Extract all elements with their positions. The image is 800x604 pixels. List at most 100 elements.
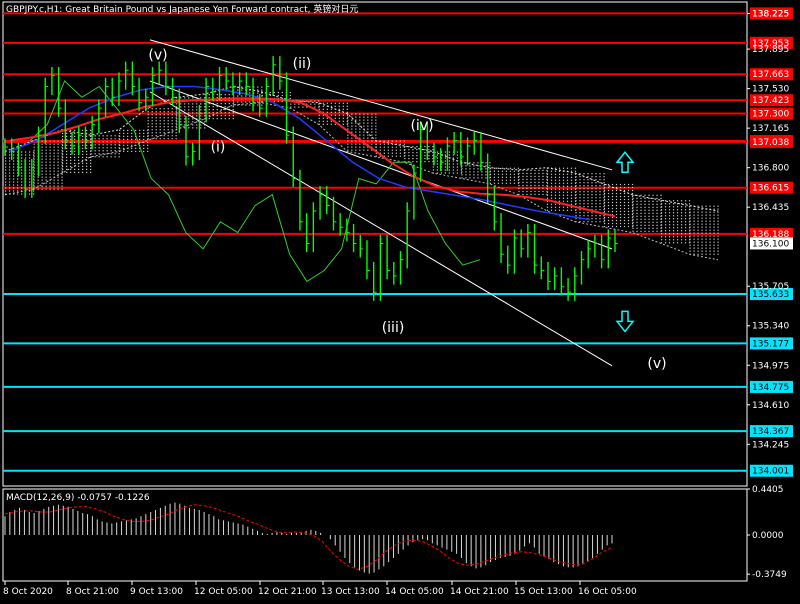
cloud-dot [591,212,593,214]
cloud-dot [49,188,51,190]
cloud-dot [631,195,634,198]
cloud-dot [383,143,385,145]
cloud-dot [636,215,638,217]
cloud-dot [623,195,626,198]
cloud-dot [192,118,194,120]
cloud-dot [25,151,27,153]
cloud-dot [94,135,96,137]
cloud-dot [359,113,361,115]
cloud-dot [62,171,64,173]
cloud-dot [318,120,320,122]
cloud-dot [452,166,454,168]
cloud-dot [526,193,528,196]
cloud-dot [501,170,504,172]
cloud-dot [717,208,719,210]
cloud-dot [717,247,719,249]
cloud-dot [9,181,11,183]
cloud-dot [680,212,683,214]
cloud-dot [269,94,271,97]
cloud-dot [497,167,500,169]
cloud-dot [17,187,19,189]
cloud-dot [448,163,450,165]
cloud-dot [347,140,349,142]
cloud-dot [196,124,198,126]
price-tick-label: 135.340 [752,322,789,332]
cloud-dot [505,182,508,184]
cloud-dot [579,191,581,193]
cloud-dot [49,155,51,157]
cloud-dot [668,215,671,217]
cloud-dot [713,241,715,243]
cloud-dot [33,151,35,153]
cloud-dot [346,123,348,125]
cloud-dot [184,124,186,126]
cloud-dot [522,184,524,187]
cloud-dot [497,173,500,175]
cloud-dot [216,109,218,111]
cloud-dot [632,206,634,208]
cloud-dot [697,250,699,252]
cloud-dot [672,209,675,211]
cloud-dot [623,192,626,195]
cloud-dot [623,222,626,225]
cloud-dot [648,194,650,196]
cloud-dot [355,143,357,145]
cloud-dot [33,143,35,145]
cloud-dot [90,129,92,131]
cloud-dot [603,216,606,219]
cloud-dot [66,168,68,170]
cloud-dot [49,140,51,142]
cloud-dot [62,162,64,164]
cloud-dot [444,163,446,165]
cloud-dot [175,132,177,134]
cloud-dot [21,178,23,180]
cloud-dot [587,185,589,187]
cloud-dot [61,146,63,148]
cloud-dot [693,220,695,222]
cloud-dot [611,225,614,228]
cloud-dot [102,150,104,152]
cloud-dot [664,215,667,217]
cloud-dot [530,172,532,175]
cloud-dot [684,236,687,238]
cloud-dot [102,147,104,149]
cloud-dot [611,192,614,195]
cloud-dot [546,191,549,193]
time-tick-label: 12 Oct 05:00 [194,587,253,597]
cloud-dot [640,203,642,205]
cloud-dot [579,203,581,205]
cloud-dot [623,216,626,219]
cloud-dot [403,140,405,142]
cloud-dot [33,152,35,154]
cloud-dot [412,158,414,160]
cloud-dot [668,242,671,244]
cloud-dot [86,171,88,173]
cloud-dot [387,149,389,151]
cloud-dot [562,200,565,202]
cloud-dot [713,226,715,228]
cloud-dot [689,241,691,243]
cloud-dot [656,224,658,226]
cloud-dot [701,229,703,231]
forex-chart: 138.225137.953137.663137.300137.046137.4… [0,0,800,600]
cloud-dot [558,206,561,208]
cloud-dot [603,192,606,195]
cloud-dot [13,166,15,168]
cloud-dot [693,250,695,252]
cloud-dot [595,194,597,196]
cloud-dot [680,221,683,223]
cloud-dot [607,198,610,201]
cloud-dot [640,215,642,217]
cloud-dot [631,207,634,210]
cloud-dot [611,198,614,201]
cloud-dot [404,158,406,160]
cloud-dot [147,123,149,125]
cloud-dot [119,144,121,146]
cloud-dot [579,173,581,175]
cloud-dot [705,235,707,237]
cloud-dot [159,123,161,125]
cloud-dot [82,138,84,140]
cloud-dot [33,172,35,174]
cloud-dot [672,242,675,244]
cloud-dot [534,181,536,184]
